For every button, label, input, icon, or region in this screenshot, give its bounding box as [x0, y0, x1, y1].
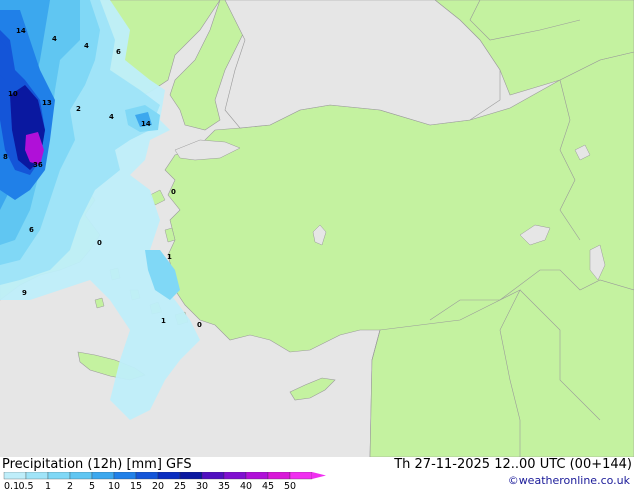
- map-label: 8: [3, 153, 8, 161]
- map-label: 6: [29, 226, 34, 234]
- legend-swatch: [245, 472, 269, 480]
- legend-label: 40: [240, 481, 252, 490]
- legend-label: 30: [196, 481, 208, 490]
- legend-swatch: [223, 472, 247, 480]
- map-label: 0: [171, 188, 176, 196]
- legend-label: 15: [130, 481, 142, 490]
- legend-swatch: [3, 472, 27, 480]
- color-scale-legend: 0.1 0.5 1 2 5 10 15 20 25 30 35 40 45 50: [3, 472, 326, 490]
- legend-swatch: [69, 472, 93, 480]
- legend-swatch: [179, 472, 203, 480]
- legend-label: 5: [89, 481, 95, 490]
- legend-label: 10: [108, 481, 120, 490]
- legend-swatch: [25, 472, 49, 480]
- legend-label: 0.1: [4, 481, 19, 490]
- precipitation-map: 14 4 4 6 10 13 2 4 14 8 36 0 6 0 1 9 1 0: [0, 0, 634, 457]
- legend-arrow: [312, 472, 326, 479]
- map-title: Precipitation (12h) [mm] GFS: [2, 457, 192, 472]
- map-label: 0: [197, 321, 202, 329]
- valid-time: Th 27-11-2025 12..00 UTC (00+144): [394, 457, 632, 472]
- legend-label: 35: [218, 481, 230, 490]
- legend-label: 25: [174, 481, 186, 490]
- map-label: 2: [76, 105, 81, 113]
- map-label: 4: [109, 113, 114, 121]
- map-label: 9: [22, 289, 27, 297]
- legend-label: 45: [262, 481, 274, 490]
- map-label: 6: [116, 48, 121, 56]
- map-label: 4: [52, 35, 57, 43]
- legend-swatch: [157, 472, 181, 480]
- legend-swatch: [201, 472, 225, 480]
- map-label: 0: [97, 239, 102, 247]
- legend-swatch: [47, 472, 71, 480]
- map-label: 14: [141, 120, 151, 128]
- map-label: 10: [8, 90, 18, 98]
- map-label: 4: [84, 42, 89, 50]
- map-label: 36: [33, 161, 43, 169]
- legend-label: 0.5: [18, 481, 33, 490]
- credit-link[interactable]: ©weatheronline.co.uk: [508, 474, 630, 487]
- legend-label: 1: [45, 481, 51, 490]
- map-label: 14: [16, 27, 26, 35]
- map-label: 1: [161, 317, 166, 325]
- map-label: 13: [42, 99, 52, 107]
- legend-swatch: [113, 472, 137, 480]
- legend-swatch: [91, 472, 115, 480]
- legend-label: 50: [284, 481, 296, 490]
- footer-bar: Precipitation (12h) [mm] GFS Th 27-11-20…: [0, 457, 634, 490]
- legend-label: 2: [67, 481, 73, 490]
- map-label: 1: [167, 253, 172, 261]
- legend-swatch: [289, 472, 313, 480]
- legend-swatch: [267, 472, 291, 480]
- legend-swatch: [135, 472, 159, 480]
- legend-label: 20: [152, 481, 164, 490]
